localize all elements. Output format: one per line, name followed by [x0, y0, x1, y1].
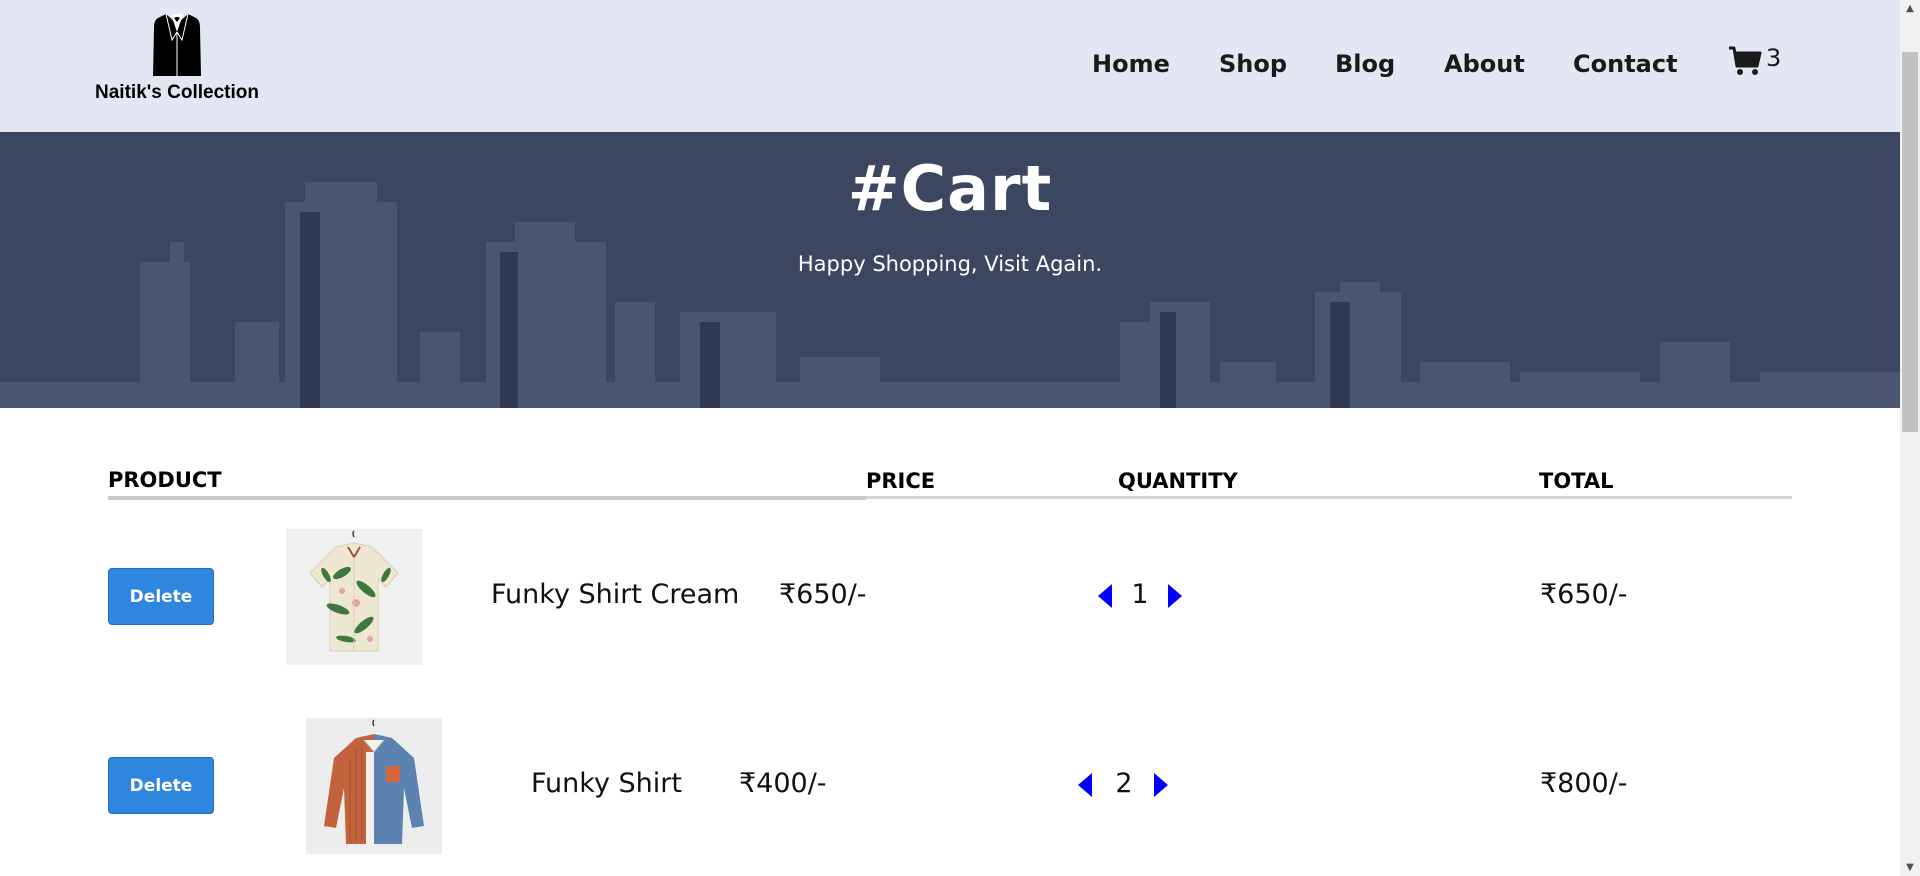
product-price: ₹400/- — [739, 768, 827, 799]
product-image[interactable] — [306, 718, 442, 854]
col-header-total: TOTAL — [1539, 469, 1614, 493]
site-header: Naitik's Collection Home Shop Blog About… — [0, 0, 1900, 132]
decrease-quantity-icon[interactable] — [1074, 771, 1096, 799]
decrease-quantity-icon[interactable] — [1094, 582, 1116, 610]
page-title: #Cart — [847, 152, 1053, 225]
quantity-value: 1 — [1131, 579, 1149, 610]
nav-shop[interactable]: Shop — [1219, 50, 1287, 78]
cart-hero-banner: #Cart Happy Shopping, Visit Again. — [0, 132, 1900, 408]
table-header-divider-left — [108, 496, 866, 500]
shopping-cart-icon — [1729, 46, 1762, 75]
main-nav: Home Shop Blog About Contact — [0, 50, 1900, 84]
col-header-product: PRODUCT — [108, 468, 222, 492]
nav-blog[interactable]: Blog — [1335, 50, 1395, 78]
nav-contact[interactable]: Contact — [1573, 50, 1678, 78]
row-total: ₹650/- — [1540, 579, 1628, 610]
floral-shirt-image — [286, 529, 422, 665]
colorblock-shirt-image — [306, 718, 442, 854]
product-price: ₹650/- — [779, 579, 867, 610]
col-header-quantity: QUANTITY — [1118, 469, 1238, 493]
product-name: Funky Shirt — [531, 768, 682, 799]
delete-button[interactable]: Delete — [108, 757, 214, 814]
nav-about[interactable]: About — [1444, 50, 1525, 78]
product-image[interactable] — [286, 529, 422, 665]
cart-count-badge: 3 — [1766, 44, 1782, 72]
brand-name: Naitik's Collection — [95, 82, 259, 103]
col-header-price: PRICE — [866, 469, 936, 493]
scroll-down-arrow-icon[interactable]: ▼ — [1900, 859, 1920, 876]
row-total: ₹800/- — [1540, 768, 1628, 799]
page-scrollbar[interactable]: ▲ ▼ — [1900, 0, 1920, 876]
increase-quantity-icon[interactable] — [1150, 771, 1172, 799]
product-name: Funky Shirt Cream — [491, 579, 740, 610]
scrollbar-thumb[interactable] — [1902, 52, 1918, 432]
increase-quantity-icon[interactable] — [1164, 582, 1186, 610]
scroll-up-arrow-icon[interactable]: ▲ — [1900, 0, 1920, 17]
nav-home[interactable]: Home — [1092, 50, 1170, 78]
delete-button[interactable]: Delete — [108, 568, 214, 625]
quantity-value: 2 — [1115, 768, 1133, 799]
page-subtitle: Happy Shopping, Visit Again. — [797, 252, 1103, 276]
